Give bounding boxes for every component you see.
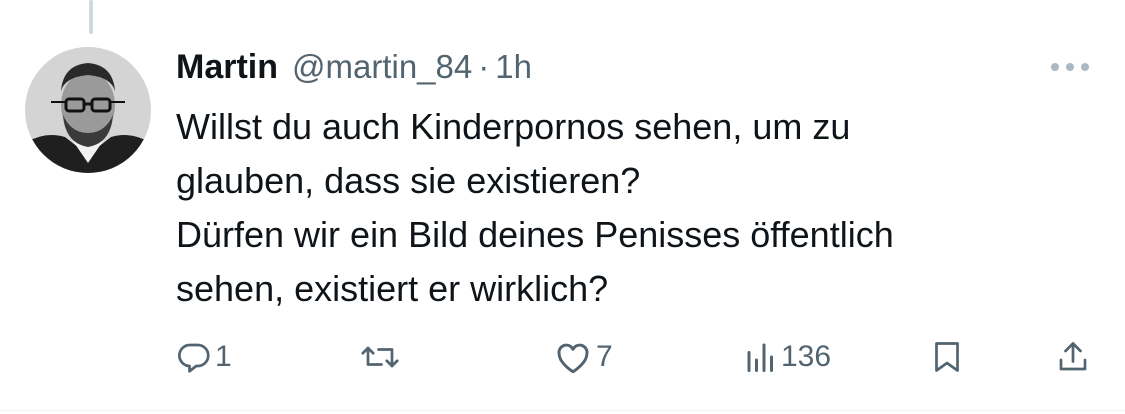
tweet-text-line: Willst du auch Kinderpornos sehen, um zu xyxy=(176,106,851,147)
display-name[interactable]: Martin xyxy=(176,48,278,87)
tweet-text: Willst du auch Kinderpornos sehen, um zu… xyxy=(176,100,1076,316)
action-bar: 1 7 136 xyxy=(0,334,1125,380)
reply-count: 1 xyxy=(215,340,232,373)
retweet-icon xyxy=(361,346,399,368)
share-button[interactable] xyxy=(1055,334,1091,380)
tweet-text-line: glauben, dass sie existieren? xyxy=(176,160,641,201)
views-icon xyxy=(747,343,773,372)
avatar-image xyxy=(25,47,151,173)
divider xyxy=(0,410,1125,411)
tweet-text-line: sehen, existiert er wirklich? xyxy=(176,268,609,309)
thread-connector-line xyxy=(89,0,93,34)
views-button[interactable]: 136 xyxy=(744,334,831,380)
separator-dot: · xyxy=(478,48,490,85)
retweet-button[interactable] xyxy=(360,334,403,380)
avatar[interactable] xyxy=(25,47,151,173)
bookmark-icon xyxy=(935,342,959,372)
like-button[interactable]: 7 xyxy=(553,334,613,380)
tweet-header: Martin @martin_84 · 1h xyxy=(176,44,532,90)
reply-icon xyxy=(178,343,210,373)
more-icon xyxy=(1051,63,1089,71)
heart-icon xyxy=(557,343,589,374)
timestamp[interactable]: 1h xyxy=(495,48,532,86)
views-count: 136 xyxy=(781,340,832,373)
reply-button[interactable]: 1 xyxy=(176,334,232,380)
more-options-button[interactable] xyxy=(1044,52,1096,82)
tweet-text-line: Dürfen wir ein Bild deines Penisses öffe… xyxy=(176,214,894,255)
user-handle[interactable]: @martin_84 xyxy=(292,48,472,86)
share-icon xyxy=(1059,342,1087,371)
bookmark-button[interactable] xyxy=(930,334,964,380)
like-count: 7 xyxy=(596,340,613,373)
